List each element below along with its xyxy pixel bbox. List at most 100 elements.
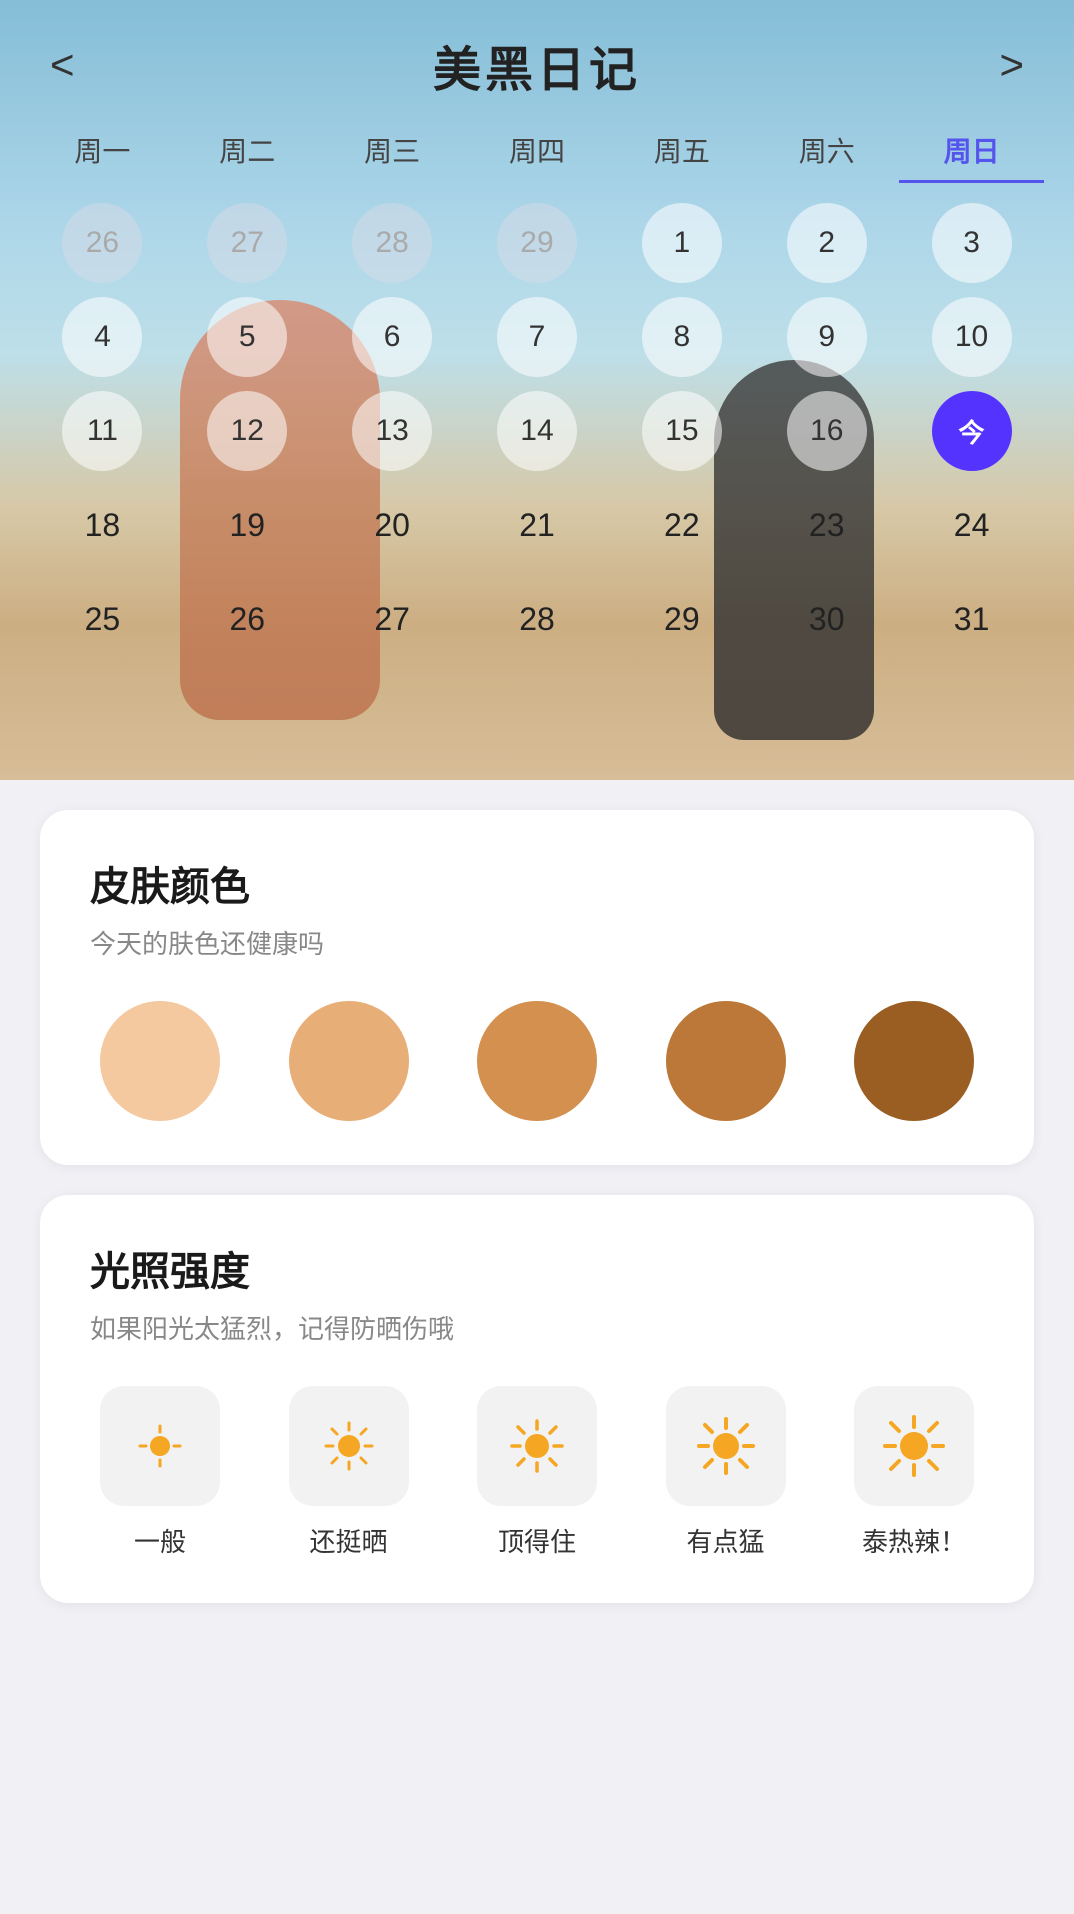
weekday-thu[interactable]: 周四	[465, 120, 610, 183]
day-cell[interactable]: 13	[320, 391, 465, 471]
day-cell[interactable]: 6	[320, 297, 465, 377]
day-21: 21	[497, 485, 577, 565]
sun-level-1[interactable]: 一般	[100, 1386, 220, 1559]
day-cell[interactable]: 5	[175, 297, 320, 377]
day-cell[interactable]: 26	[30, 203, 175, 283]
day-cell[interactable]: 30	[754, 579, 899, 659]
prev-button[interactable]: <	[50, 41, 75, 89]
day-19: 19	[207, 485, 287, 565]
day-cell[interactable]: 28	[465, 579, 610, 659]
sun-label-5: 泰热辣！	[862, 1522, 966, 1559]
sun-intensity-row: 一般	[90, 1386, 984, 1559]
day-20: 20	[352, 485, 432, 565]
skin-card-title: 皮肤颜色	[90, 854, 984, 912]
skin-color-3[interactable]	[477, 1001, 597, 1121]
sun-level-4[interactable]: 有点猛	[666, 1386, 786, 1559]
light-card-subtitle: 如果阳光太猛烈，记得防晒伤哦	[90, 1309, 984, 1346]
day-28-prev: 28	[352, 203, 432, 283]
day-cell[interactable]: 27	[320, 579, 465, 659]
day-cell[interactable]: 12	[175, 391, 320, 471]
day-cell[interactable]: 23	[754, 485, 899, 565]
page-title: 美黑日记	[433, 30, 641, 100]
skin-color-row	[90, 1001, 984, 1121]
light-intensity-card: 光照强度 如果阳光太猛烈，记得防晒伤哦 一般	[40, 1195, 1034, 1603]
sun-icon-wrap-4	[666, 1386, 786, 1506]
day-26-prev: 26	[62, 203, 142, 283]
sun-icon-3	[510, 1419, 564, 1473]
day-today: 今	[932, 391, 1012, 471]
day-cell[interactable]: 24	[899, 485, 1044, 565]
day-cell[interactable]: 16	[754, 391, 899, 471]
day-29: 29	[642, 579, 722, 659]
skin-color-2[interactable]	[289, 1001, 409, 1121]
day-cell[interactable]: 9	[754, 297, 899, 377]
sun-level-2[interactable]: 还挺晒	[289, 1386, 409, 1559]
day-4: 4	[62, 297, 142, 377]
sun-icon-5	[883, 1415, 945, 1477]
skin-card-subtitle: 今天的肤色还健康吗	[90, 924, 984, 961]
day-27-prev: 27	[207, 203, 287, 283]
day-cell[interactable]: 今	[899, 391, 1044, 471]
day-12: 12	[207, 391, 287, 471]
skin-color-5[interactable]	[854, 1001, 974, 1121]
day-cell[interactable]: 28	[320, 203, 465, 283]
skin-color-card: 皮肤颜色 今天的肤色还健康吗	[40, 810, 1034, 1165]
header-section: < 美黑日记 > 周一 周二 周三 周四 周五 周六 周日 26 27 28	[0, 0, 1074, 780]
day-11: 11	[62, 391, 142, 471]
day-cell[interactable]: 20	[320, 485, 465, 565]
day-28: 28	[497, 579, 577, 659]
day-9: 9	[787, 297, 867, 377]
day-cell[interactable]: 14	[465, 391, 610, 471]
day-cell[interactable]: 8	[609, 297, 754, 377]
day-cell[interactable]: 2	[754, 203, 899, 283]
day-1: 1	[642, 203, 722, 283]
day-27: 27	[352, 579, 432, 659]
day-cell[interactable]: 27	[175, 203, 320, 283]
sun-icon-wrap-2	[289, 1386, 409, 1506]
sun-level-3[interactable]: 顶得住	[477, 1386, 597, 1559]
sun-icon-wrap-5	[854, 1386, 974, 1506]
day-cell[interactable]: 29	[609, 579, 754, 659]
sun-icon-4	[697, 1417, 755, 1475]
weekday-tue[interactable]: 周二	[175, 120, 320, 183]
sun-level-5[interactable]: 泰热辣！	[854, 1386, 974, 1559]
next-button[interactable]: >	[999, 41, 1024, 89]
sun-icon-wrap-1	[100, 1386, 220, 1506]
weekday-row: 周一 周二 周三 周四 周五 周六 周日	[30, 120, 1044, 183]
day-cell[interactable]: 7	[465, 297, 610, 377]
sun-icon-1	[138, 1424, 182, 1468]
day-13: 13	[352, 391, 432, 471]
sun-label-1: 一般	[134, 1522, 186, 1559]
day-cell[interactable]: 4	[30, 297, 175, 377]
day-30: 30	[787, 579, 867, 659]
day-22: 22	[642, 485, 722, 565]
weekday-fri[interactable]: 周五	[609, 120, 754, 183]
day-cell[interactable]: 1	[609, 203, 754, 283]
skin-color-1[interactable]	[100, 1001, 220, 1121]
weekday-wed[interactable]: 周三	[320, 120, 465, 183]
weekday-mon[interactable]: 周一	[30, 120, 175, 183]
day-29-prev: 29	[497, 203, 577, 283]
day-cell[interactable]: 26	[175, 579, 320, 659]
day-cell[interactable]: 19	[175, 485, 320, 565]
day-cell[interactable]: 15	[609, 391, 754, 471]
day-cell[interactable]: 31	[899, 579, 1044, 659]
light-card-title: 光照强度	[90, 1239, 984, 1297]
day-cell[interactable]: 25	[30, 579, 175, 659]
day-26: 26	[207, 579, 287, 659]
day-18: 18	[62, 485, 142, 565]
day-10: 10	[932, 297, 1012, 377]
weekday-sat[interactable]: 周六	[754, 120, 899, 183]
sun-label-4: 有点猛	[686, 1522, 764, 1559]
day-25: 25	[62, 579, 142, 659]
day-cell[interactable]: 21	[465, 485, 610, 565]
day-cell[interactable]: 3	[899, 203, 1044, 283]
weekday-sun[interactable]: 周日	[899, 120, 1044, 183]
skin-color-4[interactable]	[666, 1001, 786, 1121]
calendar-section: 周一 周二 周三 周四 周五 周六 周日 26 27 28 29 1 2 3 4	[0, 120, 1074, 659]
day-cell[interactable]: 11	[30, 391, 175, 471]
day-cell[interactable]: 22	[609, 485, 754, 565]
day-cell[interactable]: 29	[465, 203, 610, 283]
day-cell[interactable]: 10	[899, 297, 1044, 377]
day-cell[interactable]: 18	[30, 485, 175, 565]
